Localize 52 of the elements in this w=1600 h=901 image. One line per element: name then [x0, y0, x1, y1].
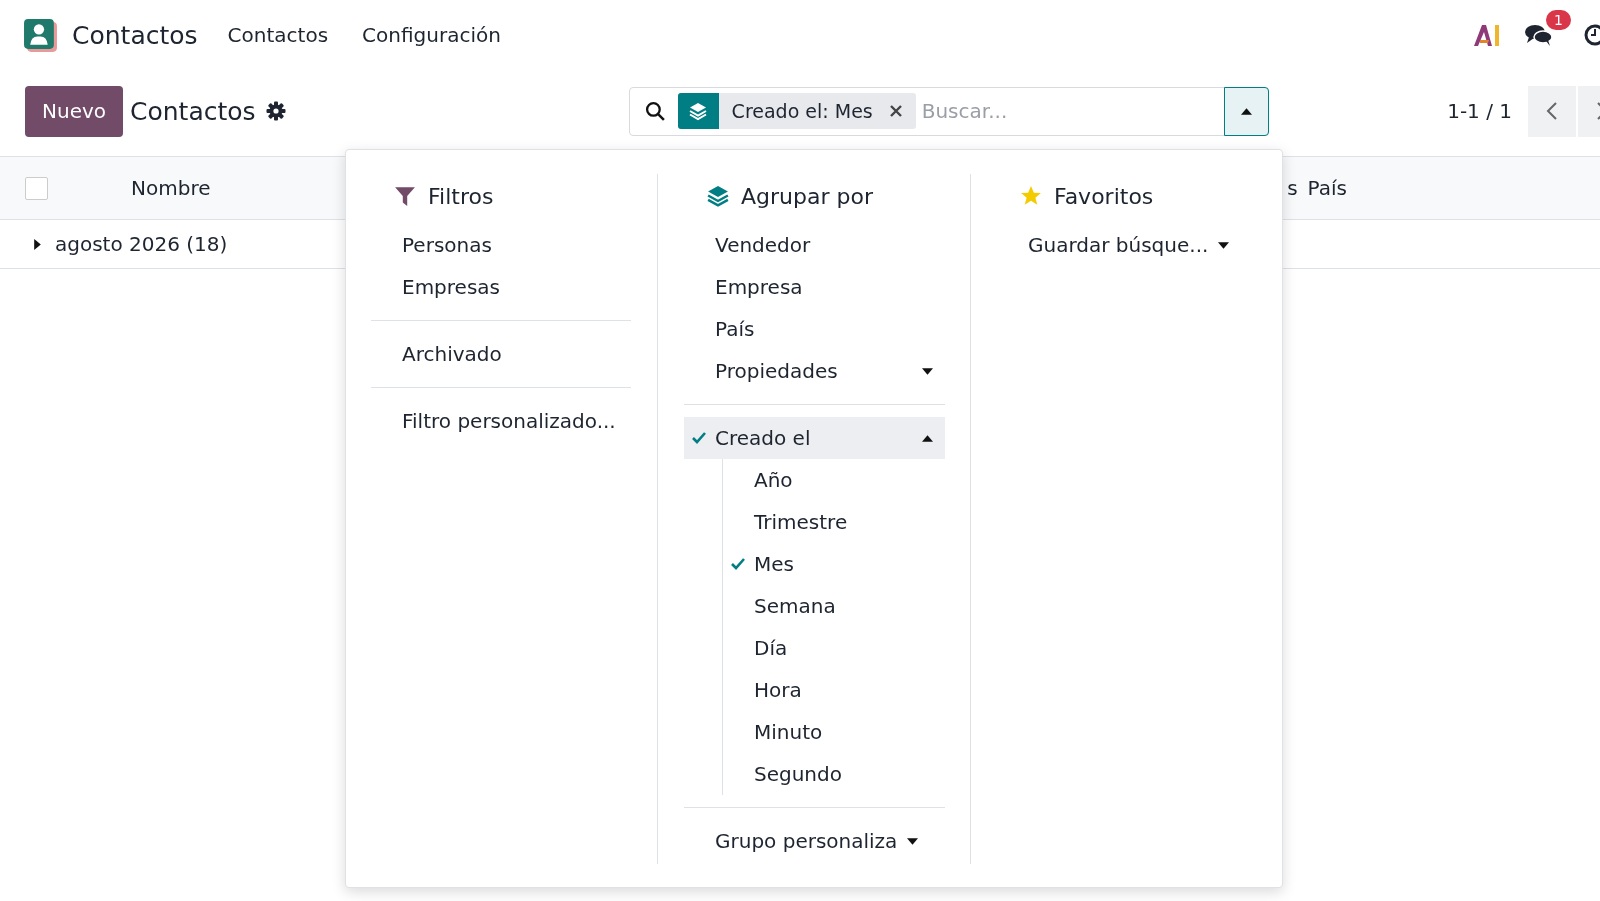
search-bar[interactable]: Creado el: Mes Buscar...: [628, 86, 1269, 136]
app-name[interactable]: Contactos: [72, 20, 198, 50]
date-interval-option[interactable]: Minuto: [723, 711, 945, 753]
save-search-toggle[interactable]: Guardar búsque...: [997, 224, 1258, 266]
layers-icon: [688, 101, 709, 121]
group-by-option[interactable]: País: [684, 308, 945, 350]
date-interval-option[interactable]: Segundo: [723, 753, 945, 795]
ai-logo-icon[interactable]: [1472, 22, 1502, 48]
new-button[interactable]: Nuevo: [25, 85, 123, 137]
menu-item[interactable]: Configuración: [362, 23, 501, 47]
group-by-option[interactable]: Propiedades: [684, 350, 945, 392]
settings-icon[interactable]: [265, 101, 286, 121]
group-by-option[interactable]: Vendedor: [684, 224, 945, 266]
group-by-option[interactable]: Empresa: [684, 266, 945, 308]
custom-group-select[interactable]: Grupo personaliza: [684, 820, 945, 862]
notification-badge: 1: [1546, 10, 1571, 30]
caret-icon: [907, 837, 919, 845]
column-header[interactable]: Nombre: [131, 176, 211, 200]
date-interval-option[interactable]: Mes: [723, 543, 945, 585]
filter-option[interactable]: Archivado: [371, 333, 631, 375]
filter-option[interactable]: Empresas: [371, 266, 631, 308]
caret-icon: [1218, 241, 1230, 249]
section-title: Filtros: [428, 183, 494, 209]
caret-icon: [34, 238, 41, 250]
page-title: Contactos: [130, 96, 256, 126]
search-icon[interactable]: [644, 100, 666, 122]
caret-icon: [1240, 107, 1252, 115]
column-header[interactable]: s: [1285, 176, 1298, 200]
select-all-checkbox[interactable]: [25, 176, 48, 200]
pager-text: 1-1 / 1: [1447, 99, 1512, 123]
dropdown-toggle-button[interactable]: [1223, 86, 1269, 136]
date-interval-option[interactable]: Semana: [723, 585, 945, 627]
close-icon[interactable]: [888, 104, 903, 118]
date-interval-option[interactable]: Hora: [723, 669, 945, 711]
filter-icon: [394, 185, 416, 207]
column-header[interactable]: País: [1307, 176, 1347, 200]
group-by-option[interactable]: Creado el: [684, 417, 945, 459]
app-logo-icon[interactable]: [23, 17, 58, 53]
facet-label: Creado el: Mes: [731, 100, 873, 122]
clock-icon[interactable]: [1582, 23, 1600, 47]
group-label: agosto 2026 (18): [55, 232, 228, 256]
chevron-left-icon: [1546, 101, 1558, 121]
layers-icon: [707, 185, 729, 207]
date-interval-option[interactable]: Trimestre: [723, 501, 945, 543]
menu-item[interactable]: Contactos: [227, 23, 329, 47]
section-title: Favoritos: [1054, 183, 1154, 209]
section-title: Agrupar por: [741, 183, 873, 209]
date-interval-option[interactable]: Día: [723, 627, 945, 669]
date-interval-option[interactable]: Año: [723, 459, 945, 501]
filter-option[interactable]: Personas: [371, 224, 631, 266]
star-icon: [1020, 185, 1042, 207]
filter-option[interactable]: Filtro personalizado...: [371, 400, 631, 442]
